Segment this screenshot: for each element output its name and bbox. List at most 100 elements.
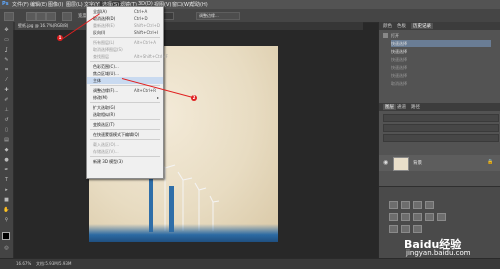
menu-item-quick-mask[interactable]: 在快速蒙版模式下编辑(Q) xyxy=(87,131,163,138)
menu-separator xyxy=(90,156,160,157)
quick-select-tool-icon[interactable] xyxy=(4,12,14,21)
eye-icon[interactable]: ◉ xyxy=(383,159,388,166)
type-tool-icon[interactable]: T xyxy=(3,178,10,183)
hue-adjust-icon[interactable] xyxy=(401,213,410,221)
menu-image[interactable]: 图像(I) xyxy=(48,1,63,8)
vibrance-adjust-icon[interactable] xyxy=(389,213,398,221)
status-bar: 16.67% 文档:5.93M/5.93M xyxy=(0,258,500,269)
gradient-tool-icon[interactable]: ▤ xyxy=(3,138,10,143)
subtract-selection-icon[interactable] xyxy=(46,12,56,21)
menu-window[interactable]: 窗口(W) xyxy=(172,1,191,8)
menu-item-all-layers[interactable]: 所有图层(L) Alt+Ctrl+A xyxy=(87,39,163,46)
lasso-tool-icon[interactable]: ʆ xyxy=(3,48,10,53)
path-select-icon[interactable]: ▸ xyxy=(3,188,10,193)
history-item[interactable]: 快速选择 xyxy=(391,72,407,79)
invert-adjust-icon[interactable] xyxy=(389,225,398,233)
pen-tool-icon[interactable]: ✒ xyxy=(3,168,10,173)
annotation-marker-1: 1 xyxy=(57,35,63,41)
tab-layers[interactable]: 图层 xyxy=(383,104,396,110)
menu-separator xyxy=(90,119,160,120)
menu-item-grow[interactable]: 扩大选取(G) xyxy=(87,104,163,111)
zoom-tool-icon[interactable]: ⚲ xyxy=(3,218,10,223)
quick-mask-icon[interactable]: ◎ xyxy=(3,246,10,251)
layer-name: 背景 xyxy=(413,161,422,166)
history-item[interactable]: 快速选择 xyxy=(391,64,407,71)
refine-edge-label: 调整边缘... xyxy=(199,13,219,18)
menu-item-color-range[interactable]: 色彩范围(C)... xyxy=(87,63,163,70)
blend-mode-select[interactable] xyxy=(383,124,499,132)
layer-filter-bar[interactable] xyxy=(383,114,499,122)
brightness-adjust-icon[interactable] xyxy=(389,201,398,209)
photo-filter-icon[interactable] xyxy=(437,213,446,221)
shape-tool-icon[interactable]: ■ xyxy=(3,198,10,203)
watermark-url: jingyan.baidu.com xyxy=(406,249,471,257)
history-brush-icon[interactable]: ↺ xyxy=(3,118,10,123)
menu-item-focus-area[interactable]: 焦点区域(U)... xyxy=(87,70,163,77)
threshold-adjust-icon[interactable] xyxy=(413,225,422,233)
menu-item-new-3d[interactable]: 新建 3D 模型(3) xyxy=(87,158,163,165)
add-selection-icon[interactable] xyxy=(36,12,46,21)
menu-item-inverse[interactable]: 反向(I) Shift+Ctrl+I xyxy=(87,29,163,36)
history-item[interactable]: 快速选择 xyxy=(391,40,491,47)
baidu-jingyan-watermark: Baidu经验 jingyan.baidu.com xyxy=(404,236,500,258)
history-item[interactable]: 快速选择 xyxy=(391,48,407,55)
color-balance-icon[interactable] xyxy=(413,213,422,221)
layers-panel-tabs: 图层 通道 路径 xyxy=(379,103,500,111)
history-item[interactable]: 打开 xyxy=(391,32,399,39)
dodge-tool-icon[interactable]: ● xyxy=(3,158,10,163)
layer-thumbnail xyxy=(393,157,409,171)
brush-size-icon[interactable] xyxy=(62,12,72,21)
right-panel: 颜色 色板 历史记录 打开 快速选择 快速选择 快速选择 快速选择 快速选择 取… xyxy=(378,22,500,259)
menu-item-load-selection[interactable]: 载入选区(O)... xyxy=(87,141,163,148)
history-item[interactable]: 快速选择 xyxy=(391,56,407,63)
new-selection-icon[interactable] xyxy=(26,12,36,21)
menu-item-refine-edge[interactable]: 调整边缘(F)... Alt+Ctrl+R xyxy=(87,87,163,94)
menu-item-deselect[interactable]: 取消选择(D) Ctrl+D xyxy=(87,15,163,22)
zoom-readout[interactable]: 16.67% xyxy=(16,261,31,266)
menu-item-modify[interactable]: 修改(M) ▸ xyxy=(87,94,163,101)
stamp-tool-icon[interactable]: ⊥ xyxy=(3,108,10,113)
healing-tool-icon[interactable]: ✚ xyxy=(3,88,10,93)
menu-item-save-selection[interactable]: 存储选区(V)... xyxy=(87,148,163,155)
menu-help[interactable]: 帮助(H) xyxy=(190,1,208,8)
history-item[interactable]: 取消选择 xyxy=(391,80,407,87)
curves-adjust-icon[interactable] xyxy=(413,201,422,209)
bw-adjust-icon[interactable] xyxy=(425,213,434,221)
menu-layer[interactable]: 图层(L) xyxy=(66,1,83,8)
menu-item-similar[interactable]: 选取相似(R) xyxy=(87,111,163,118)
menu-separator xyxy=(90,139,160,140)
quick-selection-tool-icon[interactable]: ✎ xyxy=(3,58,10,63)
crop-tool-icon[interactable]: ⌗ xyxy=(3,68,10,73)
move-tool-icon[interactable]: ✥ xyxy=(3,28,10,33)
tab-history[interactable]: 历史记录 xyxy=(411,23,433,29)
tools-panel: ✥ ▭ ʆ ✎ ⌗ ⁄ ✚ ✐ ⊥ ↺ ▯ ▤ ◆ ● ✒ T ▸ ■ ✋ ⚲ … xyxy=(0,22,14,258)
menu-item-find-layers[interactable]: 查找图层 Alt+Shift+Ctrl+F xyxy=(87,53,168,60)
exposure-adjust-icon[interactable] xyxy=(425,201,434,209)
layer-row-background[interactable]: ◉ 背景 🔒 xyxy=(379,155,500,171)
refine-edge-button[interactable]: 调整边缘... xyxy=(196,12,240,20)
eraser-tool-icon[interactable]: ▯ xyxy=(3,128,10,133)
menu-separator xyxy=(90,129,160,130)
menu-file[interactable]: 文件(F) xyxy=(12,1,29,8)
brush-tool-icon[interactable]: ✐ xyxy=(3,98,10,103)
blur-tool-icon[interactable]: ◆ xyxy=(3,148,10,153)
tab-swatches[interactable]: 色板 xyxy=(397,23,406,29)
menu-edit[interactable]: 编辑(E) xyxy=(30,1,47,8)
posterize-adjust-icon[interactable] xyxy=(401,225,410,233)
tab-paths[interactable]: 路径 xyxy=(411,104,420,110)
doc-size-readout: 文档:5.93M/5.93M xyxy=(36,261,72,266)
hand-tool-icon[interactable]: ✋ xyxy=(3,208,10,213)
menu-item-transform-selection[interactable]: 变换选区(T) xyxy=(87,121,163,128)
lock-options-bar[interactable] xyxy=(383,134,499,142)
marquee-tool-icon[interactable]: ▭ xyxy=(3,38,10,43)
menu-item-reselect[interactable]: 重新选择(E) Shift+Ctrl+D xyxy=(87,22,163,29)
tab-color[interactable]: 颜色 xyxy=(383,23,392,29)
tab-channels[interactable]: 通道 xyxy=(397,104,406,110)
eyedropper-tool-icon[interactable]: ⁄ xyxy=(3,78,10,83)
ps-logo-icon[interactable]: Ps xyxy=(2,1,9,7)
history-panel-tabs: 颜色 色板 历史记录 xyxy=(379,22,500,30)
history-snapshot-icon xyxy=(383,33,388,38)
levels-adjust-icon[interactable] xyxy=(401,201,410,209)
foreground-color-icon[interactable] xyxy=(2,232,10,240)
menu-item-deselect-layers[interactable]: 取消选择图层(S) xyxy=(87,46,163,53)
